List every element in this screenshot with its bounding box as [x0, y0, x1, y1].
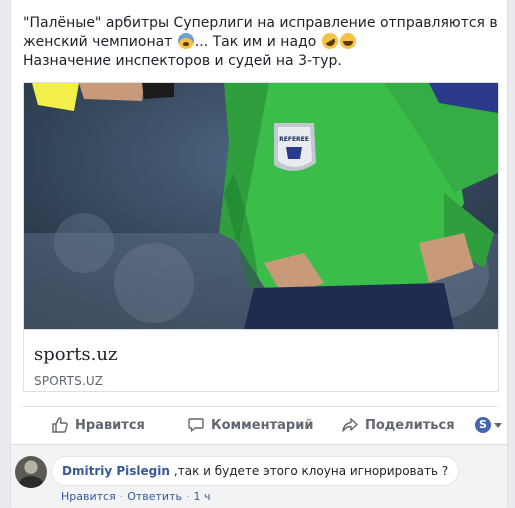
chevron-down-icon: [494, 422, 502, 428]
page-audience-icon: S: [475, 417, 491, 433]
like-button[interactable]: Нравится: [51, 408, 145, 442]
comment-like-link[interactable]: Нравится: [61, 490, 116, 503]
actions-divider: [23, 406, 497, 407]
post-line-2: женский чемпионат ... Так им и надо: [23, 30, 493, 52]
comment-author-link[interactable]: Dmitriy Pislegin: [62, 464, 170, 478]
link-preview-meta[interactable]: sports.uz SPORTS.UZ: [24, 329, 498, 391]
share-label: Поделиться: [365, 417, 455, 433]
comment-reply-link[interactable]: Ответить: [127, 490, 182, 503]
share-button[interactable]: Поделиться: [341, 408, 455, 442]
share-arrow-icon: [342, 418, 358, 432]
link-preview-image[interactable]: REFEREE: [24, 83, 498, 329]
comment-timestamp[interactable]: 1 ч: [193, 490, 210, 503]
referee-badge-text: REFEREE: [279, 136, 309, 143]
post-actions-bar: Нравится Комментарий Поделиться S: [23, 408, 502, 442]
post-card: "Палёные" арбитры Суперлиги на исправлен…: [10, 0, 508, 508]
comments-section: Dmitriy Pislegin ,так и будете этого клоу…: [11, 444, 507, 508]
post-message: "Палёные" арбитры Суперлиги на исправлен…: [23, 14, 498, 71]
link-title[interactable]: sports.uz: [34, 344, 117, 366]
rofl-emoji-icon: [318, 30, 341, 52]
post-line-3: Назначение инспекторов и судей на 3-тур.: [23, 53, 342, 69]
comment-bubble-icon: [188, 418, 204, 432]
post-line-2-text: женский чемпионат: [23, 34, 173, 50]
comment-bubble: Dmitriy Pislegin ,так и будете этого клоу…: [51, 456, 460, 486]
audience-selector[interactable]: S: [475, 408, 502, 442]
comment-button[interactable]: Комментарий: [187, 408, 313, 442]
smiling-face-emoji-icon: [339, 33, 356, 49]
fearful-face-emoji-icon: [177, 33, 194, 49]
post-line-1: "Палёные" арбитры Суперлиги на исправлен…: [23, 15, 498, 31]
link-domain: SPORTS.UZ: [34, 374, 104, 388]
comment-meta: Нравится · Ответить · 1 ч: [61, 490, 210, 503]
referee-photo: REFEREE: [24, 83, 498, 329]
commenter-avatar[interactable]: [15, 456, 47, 488]
link-preview-card[interactable]: REFEREE sports.uz SPORTS.UZ: [23, 82, 499, 392]
like-label: Нравится: [75, 417, 145, 433]
meta-separator: ·: [185, 490, 190, 503]
meta-separator: ·: [119, 490, 124, 503]
comment-text: ,так и будете этого клоуна игнорировать …: [173, 464, 449, 478]
comment-label: Комментарий: [211, 417, 314, 433]
thumbs-up-icon: [52, 417, 68, 433]
post-line-2-mid: ... Так им и надо: [194, 34, 317, 50]
